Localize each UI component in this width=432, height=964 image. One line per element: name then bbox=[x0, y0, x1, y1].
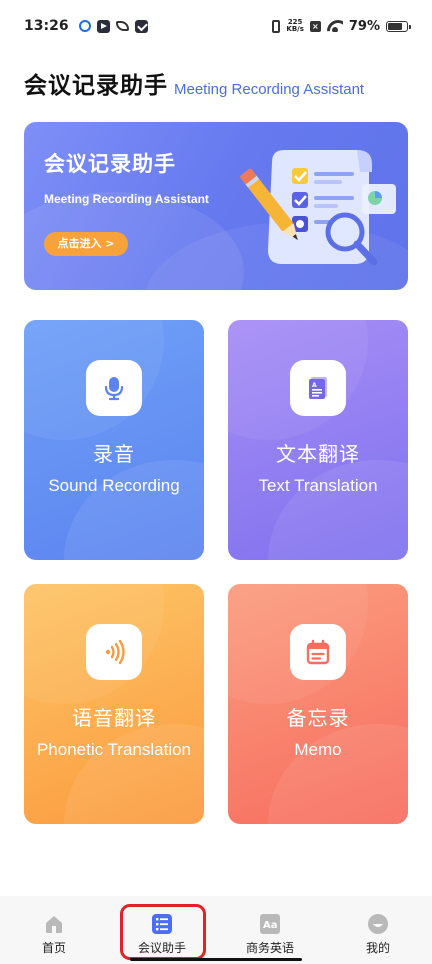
banner-title: 会议记录助手 bbox=[44, 152, 176, 176]
video-notification-icon bbox=[96, 19, 110, 33]
vibrate-icon bbox=[272, 19, 281, 33]
page-header: 会议记录助手 Meeting Recording Assistant bbox=[24, 66, 364, 100]
meeting-illustration-icon bbox=[240, 150, 396, 266]
page-title: 会议记录助手 bbox=[24, 73, 168, 99]
app-notification-icon bbox=[115, 21, 129, 31]
phonetic-translation-card[interactable]: 语音翻译 Phonetic Translation bbox=[24, 584, 204, 824]
svg-text:A: A bbox=[312, 382, 317, 389]
card-title: 录音 bbox=[93, 442, 135, 466]
nav-item-profile[interactable]: 我的 bbox=[324, 896, 432, 964]
battery-icon bbox=[386, 20, 411, 32]
text-translation-card[interactable]: A 文本翻译 Text Translation bbox=[228, 320, 408, 560]
document-icon: A bbox=[290, 360, 346, 416]
profile-icon bbox=[367, 913, 389, 935]
battery-percent: 79% bbox=[348, 18, 380, 34]
status-left: 13:26 bbox=[24, 18, 148, 34]
card-wave-decoration bbox=[64, 724, 204, 824]
banner-subtitle: Meeting Recording Assistant bbox=[44, 192, 209, 206]
wifi-icon bbox=[327, 20, 343, 32]
card-subtitle: Memo bbox=[294, 740, 342, 759]
card-wave-decoration bbox=[64, 460, 204, 560]
svg-text:Aa: Aa bbox=[263, 920, 278, 931]
enter-button[interactable]: 点击进入 > bbox=[44, 232, 128, 256]
message-notification-icon bbox=[134, 19, 148, 33]
nav-label: 商务英语 bbox=[245, 941, 294, 955]
nav-item-home[interactable]: 首页 bbox=[0, 896, 108, 964]
network-speed: 225 KB/s bbox=[286, 19, 303, 33]
card-title: 文本翻译 bbox=[276, 442, 360, 466]
no-sim-icon: × bbox=[309, 20, 321, 32]
bottom-nav: 首页 会议助手 Aa 商务英语 我的 bbox=[0, 896, 432, 964]
microphone-icon bbox=[86, 360, 142, 416]
calendar-icon bbox=[290, 624, 346, 680]
page-subtitle: Meeting Recording Assistant bbox=[174, 81, 365, 98]
network-speed-unit: KB/s bbox=[286, 25, 304, 33]
status-time: 13:26 bbox=[24, 18, 69, 34]
home-indicator[interactable] bbox=[130, 958, 302, 961]
card-title: 语音翻译 bbox=[72, 706, 156, 730]
nav-label: 我的 bbox=[365, 941, 390, 955]
card-title: 备忘录 bbox=[286, 706, 350, 730]
card-wave-decoration bbox=[268, 724, 408, 824]
aa-icon: Aa bbox=[259, 913, 281, 935]
status-right: 225 KB/s × 79% bbox=[272, 18, 411, 34]
sound-wave-icon bbox=[86, 624, 142, 680]
card-subtitle: Phonetic Translation bbox=[36, 740, 192, 759]
memo-card[interactable]: 备忘录 Memo bbox=[228, 584, 408, 824]
active-tab-highlight bbox=[120, 904, 206, 960]
home-icon bbox=[43, 913, 65, 935]
nav-item-business-english[interactable]: Aa 商务英语 bbox=[216, 896, 324, 964]
sound-recording-card[interactable]: 录音 Sound Recording bbox=[24, 320, 204, 560]
card-wave-decoration bbox=[268, 460, 408, 560]
card-subtitle: Text Translation bbox=[258, 476, 378, 495]
card-subtitle: Sound Recording bbox=[48, 476, 180, 495]
nav-label: 首页 bbox=[41, 941, 66, 955]
status-bar: 13:26 225 KB/s × 79% bbox=[0, 0, 432, 52]
browser-notification-icon bbox=[78, 20, 91, 32]
banner[interactable]: 会议记录助手 Meeting Recording Assistant 点击进入 … bbox=[24, 122, 408, 290]
